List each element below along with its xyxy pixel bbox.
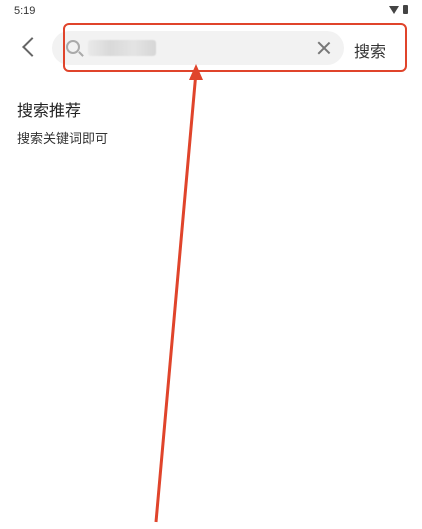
- arrow-shaft: [154, 71, 198, 523]
- close-icon[interactable]: [316, 40, 332, 56]
- status-icons: [389, 5, 408, 14]
- section-title: 搜索推荐: [17, 101, 82, 120]
- search-icon: [66, 40, 80, 54]
- section-hint: 搜索关键词即可: [17, 132, 109, 147]
- back-button[interactable]: [14, 32, 44, 62]
- wifi-icon: [389, 5, 399, 14]
- search-box[interactable]: [52, 31, 344, 67]
- status-bar: 5:19: [0, 0, 422, 22]
- status-time: 5:19: [14, 5, 36, 17]
- annotation-arrow: [154, 64, 203, 523]
- battery-icon: [403, 5, 408, 14]
- chevron-left-icon: [22, 37, 42, 57]
- search-button[interactable]: 搜索: [354, 38, 386, 62]
- search-input[interactable]: [88, 31, 312, 67]
